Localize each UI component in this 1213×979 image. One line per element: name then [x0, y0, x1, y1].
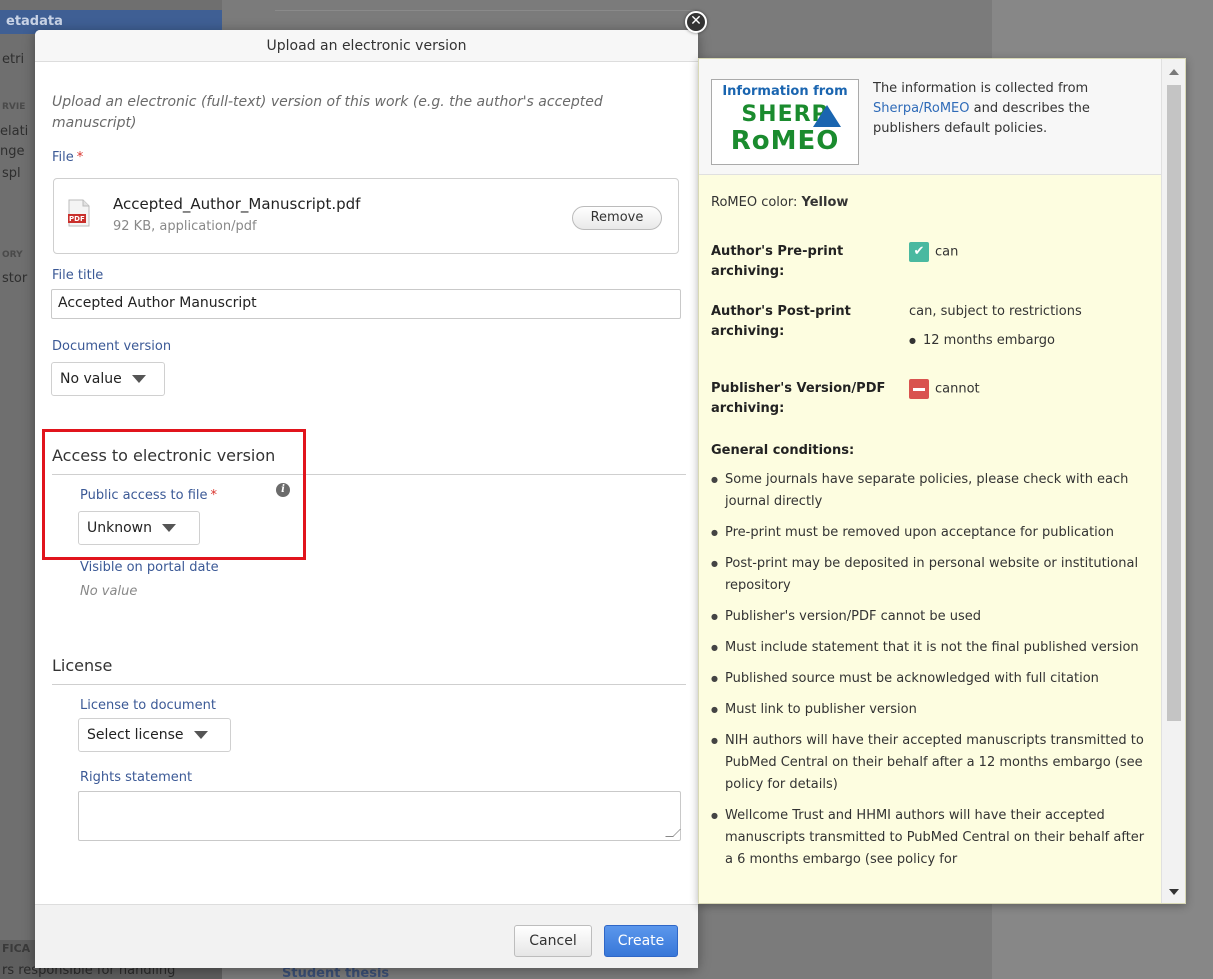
sherpa-romeo-logo: Information from SHERP RoMEO	[711, 79, 859, 165]
preprint-value: ✔ can	[909, 242, 958, 263]
license-select[interactable]: Select license	[78, 718, 231, 752]
background-side-item: spl	[2, 166, 21, 181]
background-side-item: stor	[2, 271, 28, 286]
romeo-scrollbar[interactable]	[1161, 59, 1185, 903]
condition-item: Post-print may be deposited in personal …	[711, 553, 1151, 597]
condition-item: Must link to publisher version	[711, 699, 1151, 721]
romeo-panel: Information from SHERP RoMEO The informa…	[698, 58, 1186, 904]
postprint-sub: ● 12 months embargo	[909, 331, 1055, 351]
logo-triangle-icon	[813, 105, 841, 127]
resize-handle-icon[interactable]	[665, 829, 681, 837]
license-section-title: License	[52, 656, 113, 675]
background-divider	[275, 10, 695, 11]
condition-item: Pre-print must be removed upon acceptanc…	[711, 522, 1151, 544]
document-version-select[interactable]: No value	[51, 362, 165, 396]
romeo-color-label: RoMEO color:	[711, 195, 802, 210]
visible-date-label: Visible on portal date	[80, 560, 219, 575]
romeo-header: Information from SHERP RoMEO The informa…	[699, 59, 1161, 175]
minus-icon	[909, 379, 929, 399]
condition-item: Must include statement that it is not th…	[711, 637, 1151, 659]
conditions-title: General conditions:	[711, 443, 855, 458]
scroll-thumb[interactable]	[1167, 85, 1181, 721]
required-marker: *	[76, 150, 84, 165]
remove-file-button[interactable]: Remove	[572, 206, 662, 230]
romeo-description: The information is collected from Sherpa…	[873, 79, 1143, 139]
condition-item: Wellcome Trust and HHMI authors will hav…	[711, 805, 1151, 871]
document-version-value: No value	[60, 371, 122, 387]
publisher-value: cannot	[909, 379, 980, 400]
publisher-label: Publisher's Version/PDF archiving:	[711, 381, 886, 416]
romeo-desc-pre: The information is collected from	[873, 81, 1089, 96]
background-side-item: nge	[0, 144, 25, 159]
background-side-caption: RVIE	[2, 102, 26, 112]
conditions-list: Some journals have separate policies, pl…	[711, 469, 1151, 880]
file-name: Accepted_Author_Manuscript.pdf	[113, 195, 361, 213]
close-dialog-icon[interactable]: ✕	[685, 11, 707, 33]
license-value: Select license	[87, 727, 184, 743]
background-side-caption: ORY	[2, 250, 23, 260]
condition-item: Published source must be acknowledged wi…	[711, 668, 1151, 690]
condition-item: Some journals have separate policies, pl…	[711, 469, 1151, 513]
rights-statement-textarea[interactable]	[78, 791, 681, 841]
preprint-value-text: can	[935, 244, 959, 260]
file-label: File *	[52, 150, 83, 165]
background-side-item: elati	[0, 124, 29, 139]
file-meta: 92 KB, application/pdf	[113, 219, 257, 234]
scroll-up-arrow-icon[interactable]	[1169, 69, 1179, 75]
romeo-color-value: Yellow	[801, 195, 849, 210]
check-icon: ✔	[909, 242, 929, 262]
file-card: PDF Accepted_Author_Manuscript.pdf 92 KB…	[53, 178, 679, 254]
visible-date-value: No value	[80, 584, 138, 599]
file-label-text: File	[52, 150, 74, 165]
dialog-intro: Upload an electronic (full-text) version…	[52, 94, 603, 131]
cancel-button[interactable]: Cancel	[514, 925, 592, 957]
publisher-value-text: cannot	[935, 381, 980, 397]
preprint-label: Author's Pre-print archiving:	[711, 244, 844, 279]
document-version-label: Document version	[52, 339, 172, 354]
pdf-icon-text: PDF	[69, 215, 85, 223]
postprint-sub-text: 12 months embargo	[923, 333, 1055, 348]
background-footer-caption: FICA	[2, 942, 31, 955]
background-side-item: etri	[2, 52, 25, 67]
license-label: License to document	[80, 698, 216, 713]
logo-line-1: Information from	[722, 84, 848, 99]
chevron-down-icon	[131, 375, 146, 383]
file-title-label: File title	[52, 268, 104, 283]
chevron-down-icon	[193, 731, 208, 739]
postprint-value: can, subject to restrictions	[909, 304, 1082, 319]
logo-line-3: RoMEO	[730, 126, 840, 156]
create-button[interactable]: Create	[604, 925, 678, 957]
scroll-down-arrow-icon[interactable]	[1169, 889, 1179, 895]
dialog-footer: Cancel Create	[35, 904, 698, 968]
condition-item: NIH authors will have their accepted man…	[711, 730, 1151, 796]
file-title-input[interactable]: Accepted Author Manuscript	[51, 289, 681, 319]
license-section-divider	[52, 684, 686, 685]
rights-statement-label: Rights statement	[80, 770, 193, 785]
sherpa-romeo-link[interactable]: Sherpa/RoMEO	[873, 101, 970, 116]
postprint-label: Author's Post-print archiving:	[711, 304, 851, 339]
dialog-title: Upload an electronic version	[35, 30, 698, 62]
romeo-color-row: RoMEO color: Yellow	[711, 195, 848, 210]
highlight-box	[42, 429, 306, 560]
condition-item: Publisher's version/PDF cannot be used	[711, 606, 1151, 628]
bullet-icon: ●	[909, 336, 916, 345]
